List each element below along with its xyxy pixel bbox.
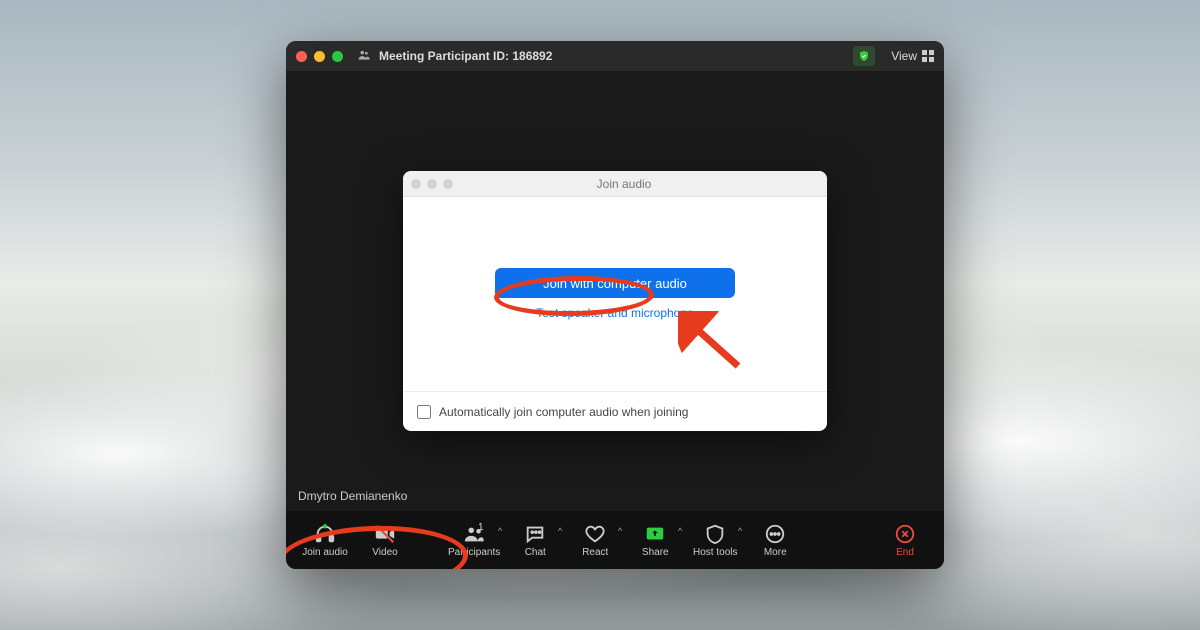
join-audio-label: Join audio (302, 547, 348, 558)
meeting-toolbar: ^ Join audio ^ Video 1 ^ Participants ^ … (286, 511, 944, 569)
share-button[interactable]: ^ Share (630, 516, 680, 564)
view-label: View (891, 49, 917, 63)
react-label: React (582, 547, 608, 558)
join-audio-dialog: Join audio Join with computer audio Test… (403, 171, 827, 431)
video-label: Video (372, 547, 397, 558)
dialog-close-icon[interactable] (411, 179, 421, 189)
end-label: End (896, 547, 914, 558)
chevron-up-icon[interactable]: ^ (498, 526, 502, 536)
video-off-icon (374, 523, 396, 545)
participant-name-label: Dmytro Demianenko (298, 489, 407, 503)
auto-join-audio-label: Automatically join computer audio when j… (439, 405, 688, 419)
more-label: More (764, 547, 787, 558)
share-label: Share (642, 547, 669, 558)
participants-label: Participants (448, 547, 500, 558)
chevron-up-icon[interactable]: ^ (558, 526, 562, 536)
auto-join-audio-checkbox[interactable] (417, 405, 431, 419)
chat-button[interactable]: ^ Chat (510, 516, 560, 564)
headphones-icon (314, 523, 336, 545)
join-computer-audio-button[interactable]: Join with computer audio (495, 268, 735, 298)
end-button[interactable]: End (880, 516, 930, 564)
participants-icon (357, 48, 371, 65)
chat-label: Chat (525, 547, 546, 558)
window-traffic-lights[interactable] (296, 51, 343, 62)
view-button[interactable]: View (891, 49, 934, 63)
minimize-window-icon[interactable] (314, 51, 325, 62)
more-button[interactable]: More (750, 516, 800, 564)
encryption-shield-icon[interactable] (853, 46, 875, 66)
participants-button[interactable]: 1 ^ Participants (448, 516, 500, 564)
heart-icon (584, 523, 606, 545)
fullscreen-window-icon[interactable] (332, 51, 343, 62)
chat-icon (524, 523, 546, 545)
share-screen-icon (644, 523, 666, 545)
zoom-meeting-window: Meeting Participant ID: 186892 View D Dm… (286, 41, 944, 569)
window-titlebar: Meeting Participant ID: 186892 View (286, 41, 944, 71)
video-area: D Dmytro Demianenko Join audio Join with… (286, 71, 944, 511)
video-button[interactable]: ^ Video (360, 516, 410, 564)
end-call-icon (894, 523, 916, 545)
dialog-title: Join audio (429, 177, 819, 191)
react-button[interactable]: ^ React (570, 516, 620, 564)
close-window-icon[interactable] (296, 51, 307, 62)
host-tools-button[interactable]: ^ Host tools (690, 516, 740, 564)
shield-icon (704, 523, 726, 545)
chevron-up-icon[interactable]: ^ (618, 526, 622, 536)
window-title: Meeting Participant ID: 186892 (379, 49, 552, 63)
chevron-up-icon[interactable]: ^ (738, 526, 742, 536)
chevron-up-icon[interactable]: ^ (678, 526, 682, 536)
test-speaker-mic-link[interactable]: Test speaker and microphone (536, 306, 693, 320)
grid-icon (922, 50, 934, 62)
participants-count: 1 (478, 522, 484, 533)
more-icon (764, 523, 786, 545)
dialog-titlebar: Join audio (403, 171, 827, 197)
join-audio-button[interactable]: ^ Join audio (300, 516, 350, 564)
chevron-up-icon[interactable]: ^ (408, 526, 412, 536)
chevron-up-icon[interactable]: ^ (348, 526, 352, 536)
host-tools-label: Host tools (693, 547, 737, 558)
